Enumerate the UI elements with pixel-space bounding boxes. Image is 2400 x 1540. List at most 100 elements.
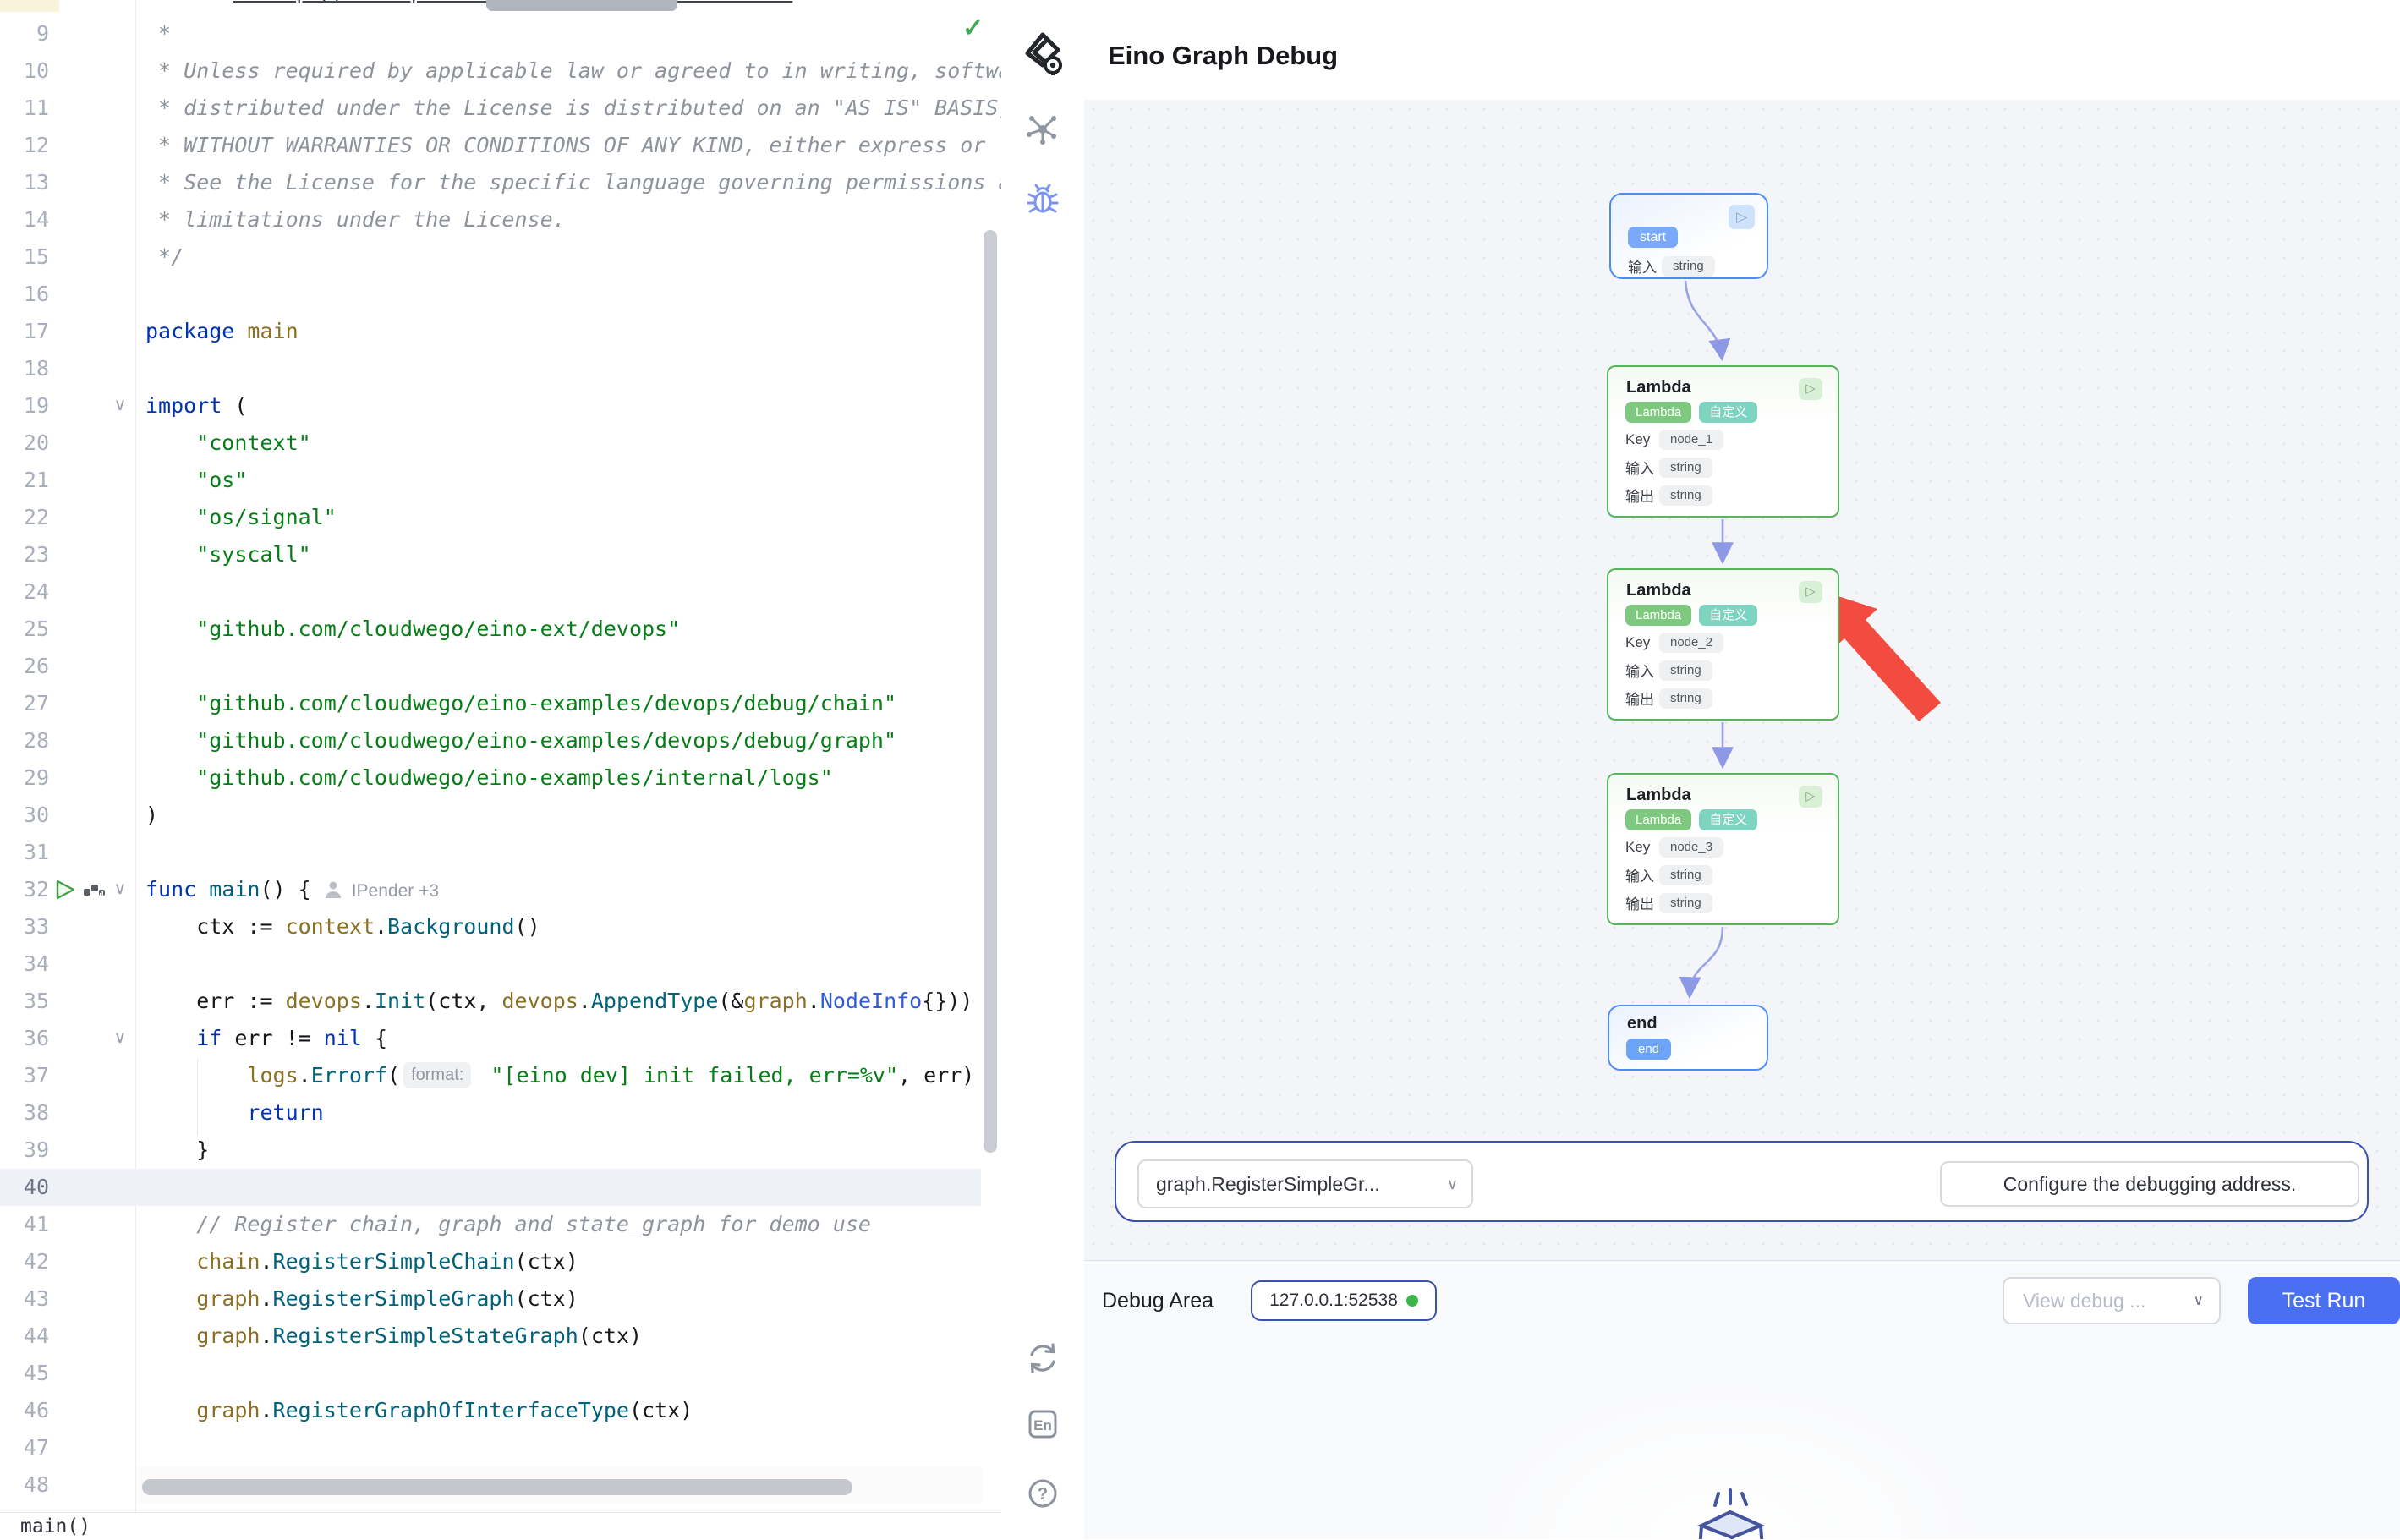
horizontal-scrollbar[interactable]: [142, 1479, 852, 1495]
code-text: chain.RegisterSimpleChain(ctx): [145, 1243, 578, 1280]
debug-area-divider: [1084, 1260, 2400, 1261]
line-number: 40: [0, 1169, 49, 1206]
graph-node-start[interactable]: ▷ start 输入 string: [1609, 193, 1768, 279]
node-key-label: Key: [1625, 431, 1661, 448]
debug-bug-icon[interactable]: [1001, 181, 1084, 222]
code-line: 27 "github.com/cloudwego/eino-examples/d…: [0, 685, 981, 722]
debug-address-badge[interactable]: 127.0.0.1:52538: [1251, 1280, 1437, 1321]
line-number: 21: [0, 462, 49, 499]
node-tag: Lambda: [1625, 809, 1691, 830]
line-number: 38: [0, 1094, 49, 1132]
code-line: 11 * distributed under the License is di…: [0, 90, 981, 127]
code-line: 19∨import (: [0, 387, 981, 425]
node-output-type: string: [1659, 688, 1712, 709]
line-number: 45: [0, 1355, 49, 1392]
line-number: 32: [0, 871, 49, 908]
code-line: 35 err := devops.Init(ctx, devops.Append…: [0, 983, 981, 1020]
line-number: 13: [0, 164, 49, 201]
input-type: string: [1662, 256, 1715, 277]
node-tag: Lambda: [1625, 605, 1691, 626]
code-line: 33 ctx := context.Background(): [0, 908, 981, 945]
run-main-icon[interactable]: [54, 879, 76, 905]
code-line: 28 "github.com/cloudwego/eino-examples/d…: [0, 722, 981, 759]
code-text: graph.RegisterSimpleGraph(ctx): [145, 1280, 578, 1318]
code-text: ): [145, 797, 158, 834]
test-run-button[interactable]: Test Run: [2248, 1277, 2400, 1324]
node-tag: 自定义: [1699, 809, 1757, 830]
line-number: 20: [0, 425, 49, 462]
line-number: 28: [0, 722, 49, 759]
breadcrumb[interactable]: main(): [20, 1515, 90, 1537]
run-history-icon[interactable]: [83, 882, 107, 903]
code-line: 12 * WITHOUT WARRANTIES OR CONDITIONS OF…: [0, 127, 981, 164]
code-line: 22 "os/signal": [0, 499, 981, 536]
line-number: 18: [0, 350, 49, 387]
code-text: err := devops.Init(ctx, devops.AppendTyp…: [145, 983, 973, 1020]
code-text: "github.com/cloudwego/eino-examples/devo…: [145, 722, 896, 759]
graph-node-lambda-node_2[interactable]: Lambda▷Lambda自定义Keynode_2输入string输出strin…: [1607, 568, 1839, 721]
code-line: 36∨ if err != nil {: [0, 1020, 981, 1057]
code-line: 9 *: [0, 15, 981, 52]
debug-area-label: Debug Area: [1102, 1289, 1214, 1313]
connection-status-dot: [1406, 1295, 1418, 1307]
code-line: 41 // Register chain, graph and state_gr…: [0, 1206, 981, 1243]
code-line: 37 logs.Errorf(format: "[eino dev] init …: [0, 1057, 981, 1094]
graph-node-lambda-node_1[interactable]: Lambda▷Lambda自定义Keynode_1输入string输出strin…: [1607, 365, 1839, 518]
code-line: 38 return: [0, 1094, 981, 1132]
person-icon: [325, 877, 342, 902]
graph-canvas[interactable]: ▷ start 输入 string Lambda ▷ Lambda 自定义 Key nod…: [1084, 100, 2400, 1260]
svg-text:?: ?: [1038, 1485, 1048, 1504]
graph-select-value: graph.RegisterSimpleGr...: [1156, 1161, 1380, 1207]
graph-node-end[interactable]: end end: [1608, 1005, 1768, 1071]
line-number: 47: [0, 1429, 49, 1466]
fold-chevron-icon[interactable]: ∨: [108, 387, 132, 425]
editor-top-scroll-thumb[interactable]: [486, 0, 677, 11]
code-text: import (: [145, 387, 247, 425]
help-icon[interactable]: ?: [1001, 1475, 1084, 1516]
line-number: 12: [0, 127, 49, 164]
line-number: 22: [0, 499, 49, 536]
code-text: func main() {IPender +3: [145, 871, 439, 908]
end-node-title: end: [1627, 1014, 1658, 1033]
configure-debug-address-button[interactable]: Configure the debugging address.: [1940, 1161, 2359, 1207]
fold-chevron-icon[interactable]: ∨: [108, 871, 132, 908]
code-text: * distributed under the License is distr…: [145, 90, 1011, 127]
code-line: 21 "os": [0, 462, 981, 499]
debug-address: 127.0.0.1:52538: [1269, 1291, 1398, 1311]
view-debug-dropdown[interactable]: View debug ... ∨: [2003, 1277, 2221, 1324]
code-text: "context": [145, 425, 311, 462]
inspection-ok-check-icon: ✓: [962, 14, 984, 43]
vertical-scrollbar[interactable]: [984, 230, 997, 1153]
code-line: 40: [0, 1169, 981, 1206]
node-tag: Lambda: [1625, 402, 1691, 423]
panel-header: Eino Graph Debug: [1001, 0, 2400, 101]
language-en-icon[interactable]: En: [1001, 1406, 1084, 1447]
node-key: node_2: [1659, 633, 1723, 653]
line-number: 16: [0, 276, 49, 313]
node-tag: 自定义: [1699, 605, 1757, 626]
code-line: 45: [0, 1355, 981, 1392]
play-node-icon[interactable]: ▷: [1799, 581, 1822, 603]
code-vision-authors[interactable]: IPender +3: [352, 881, 439, 901]
code-line: 20 "context": [0, 425, 981, 462]
code-text: "os/signal": [145, 499, 337, 536]
sync-icon[interactable]: [1001, 1340, 1084, 1381]
graph-select-dropdown[interactable]: graph.RegisterSimpleGr... ∨: [1137, 1159, 1473, 1208]
node-key-label: Key: [1625, 839, 1661, 856]
fold-chevron-icon[interactable]: ∨: [108, 1020, 132, 1057]
graph-node-lambda-node_3[interactable]: Lambda▷Lambda自定义Keynode_3输入string输出strin…: [1607, 773, 1839, 925]
line-number: 10: [0, 52, 49, 90]
code-line: 39 }: [0, 1132, 981, 1169]
code-line: 44 graph.RegisterSimpleStateGraph(ctx): [0, 1318, 981, 1355]
code-text: *: [145, 15, 171, 52]
line-number: 27: [0, 685, 49, 722]
code-line: 14 * limitations under the License.: [0, 201, 981, 238]
play-node-icon[interactable]: ▷: [1799, 378, 1822, 400]
line-number: 26: [0, 648, 49, 685]
play-node-icon[interactable]: ▷: [1799, 786, 1822, 808]
line-number: 9: [0, 15, 49, 52]
code-text: logs.Errorf(format: "[eino dev] init fai…: [145, 1057, 974, 1094]
play-node-icon[interactable]: ▷: [1729, 205, 1755, 229]
node-title: Lambda: [1626, 581, 1691, 600]
graph-nodes-icon[interactable]: [1001, 112, 1084, 151]
